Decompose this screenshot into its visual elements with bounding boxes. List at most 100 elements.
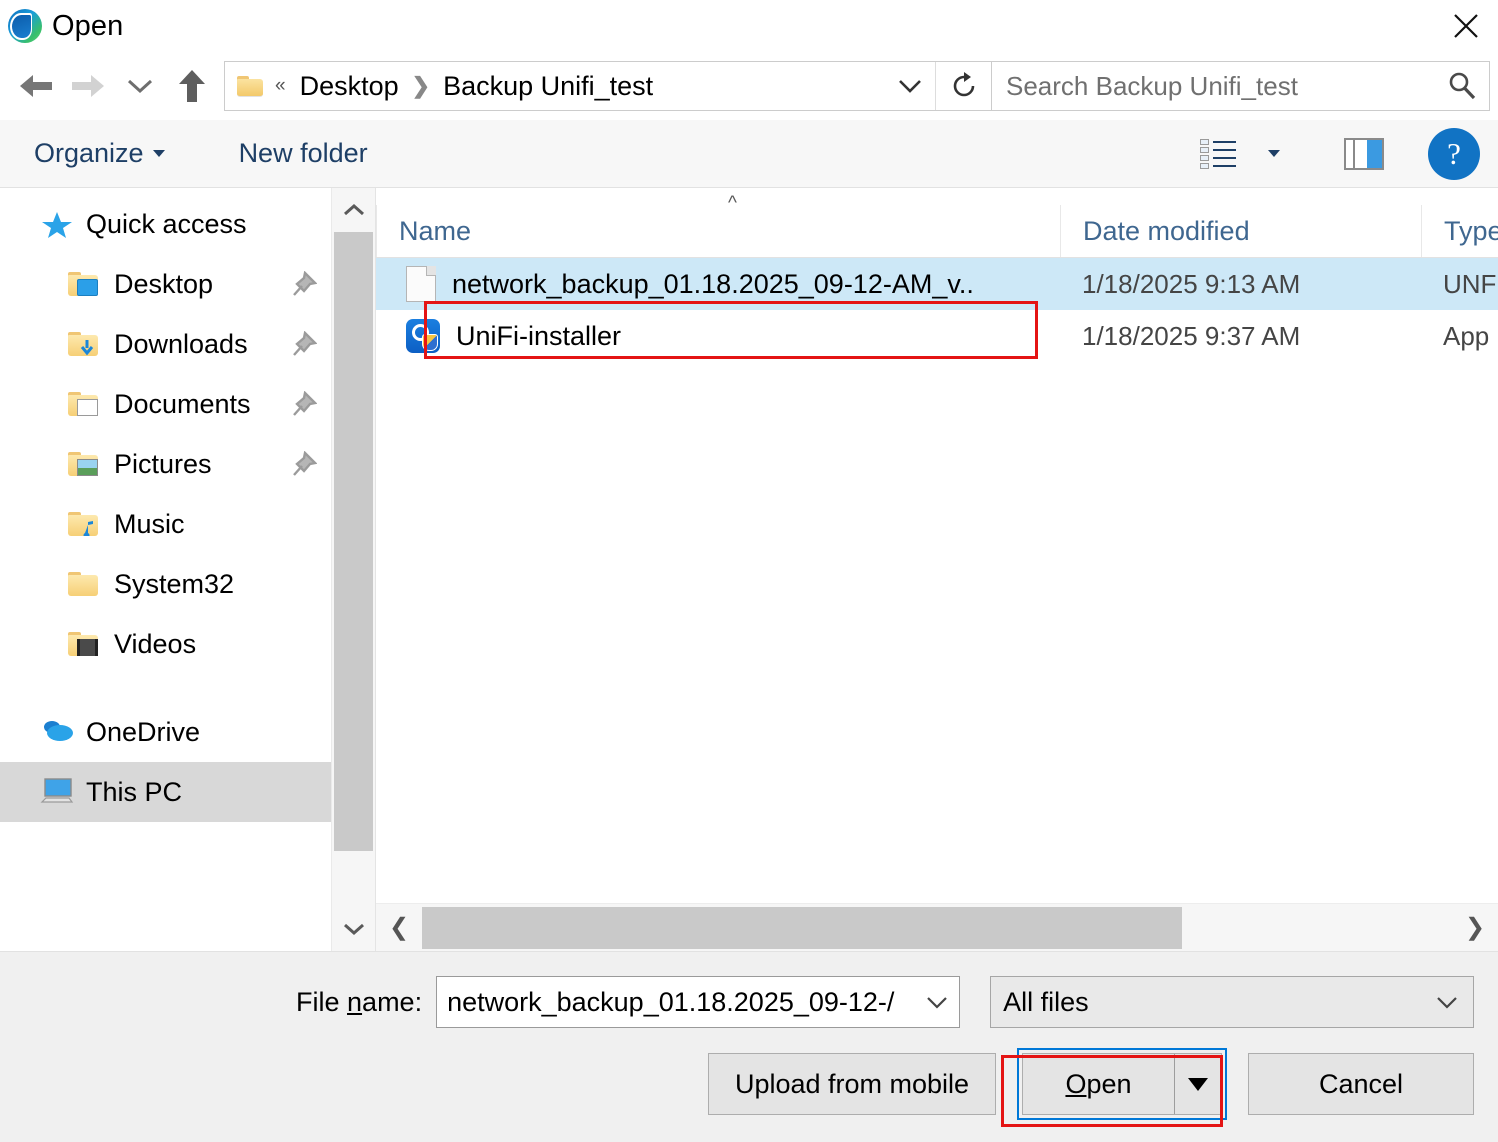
sidebar-item-label: System32 xyxy=(114,568,235,599)
title-bar: Open xyxy=(0,0,1498,52)
address-dropdown-chevron-icon[interactable] xyxy=(885,62,935,110)
chevron-down-icon[interactable] xyxy=(915,994,959,1010)
scroll-down-icon[interactable] xyxy=(332,907,375,951)
up-arrow-icon[interactable] xyxy=(166,60,218,112)
file-name-label-static: File name: xyxy=(296,987,422,1018)
forward-arrow-icon xyxy=(62,60,114,112)
pin-icon[interactable] xyxy=(291,390,318,417)
help-button[interactable]: ? xyxy=(1426,127,1482,180)
navigation-pane: Quick access Desktop Downloads Documents… xyxy=(0,188,376,951)
sidebar-scroll-track[interactable] xyxy=(332,232,375,907)
file-name-label-pre: File xyxy=(296,986,348,1017)
search-icon[interactable] xyxy=(1435,70,1489,102)
file-type-filter-value: All files xyxy=(1003,986,1089,1017)
file-date-cell: 1/18/2025 9:37 AM xyxy=(1082,320,1301,351)
table-row[interactable]: network_backup_01.18.2025_09-12-AM_v.. 1… xyxy=(376,258,1498,310)
dialog-body: Quick access Desktop Downloads Documents… xyxy=(0,188,1498,952)
sidebar-item-label: This PC xyxy=(86,776,183,807)
sidebar-item-label: Pictures xyxy=(114,448,212,479)
scroll-left-icon[interactable]: ❮ xyxy=(376,904,422,952)
address-bar[interactable]: « Desktop ❯ Backup Unifi_test xyxy=(224,61,992,111)
organize-label: Organize xyxy=(34,138,144,168)
file-type-filter-select[interactable]: All files xyxy=(990,976,1474,1028)
breadcrumb-overflow[interactable]: « xyxy=(275,75,286,97)
sidebar-item-onedrive[interactable]: OneDrive xyxy=(0,702,331,762)
file-name-input[interactable] xyxy=(437,986,916,1018)
star-icon xyxy=(40,209,74,239)
preview-pane-icon[interactable] xyxy=(1336,130,1392,178)
sidebar-scroll-thumb[interactable] xyxy=(334,232,373,851)
file-rows: network_backup_01.18.2025_09-12-AM_v.. 1… xyxy=(376,258,1498,903)
file-list-horizontal-scrollbar[interactable]: ❮ ❯ xyxy=(376,903,1498,951)
sidebar-scrollbar[interactable] xyxy=(331,188,375,951)
sidebar-item-system32[interactable]: System32 xyxy=(0,554,331,614)
sidebar-item-documents[interactable]: Documents xyxy=(0,374,331,434)
column-header-name[interactable]: Name xyxy=(376,205,1060,257)
upload-from-mobile-button[interactable]: Upload from mobile xyxy=(708,1053,996,1115)
cancel-button[interactable]: Cancel xyxy=(1248,1053,1474,1115)
sidebar-item-label: Music xyxy=(114,508,185,539)
sidebar-item-videos[interactable]: Videos xyxy=(0,614,331,674)
file-name-label: UniFi-installer xyxy=(456,320,622,351)
pin-icon[interactable] xyxy=(291,330,318,357)
table-row[interactable]: UniFi-installer 1/18/2025 9:37 AM App xyxy=(376,310,1498,362)
open-accel-key: O xyxy=(1065,1068,1087,1099)
sidebar-item-quick-access[interactable]: Quick access xyxy=(0,194,331,254)
file-name-cell[interactable]: network_backup_01.18.2025_09-12-AM_v.. xyxy=(376,266,1060,302)
open-button-group[interactable]: Open xyxy=(1017,1048,1227,1120)
chevron-down-icon xyxy=(152,150,165,157)
sidebar-item-this-pc[interactable]: This PC xyxy=(0,762,331,822)
refresh-icon[interactable] xyxy=(935,62,991,110)
edge-logo-icon xyxy=(8,9,42,43)
scroll-right-icon[interactable]: ❯ xyxy=(1452,904,1498,952)
dialog-buttons: Upload from mobile Open Cancel xyxy=(24,1047,1474,1121)
folder-desktop-icon xyxy=(68,269,102,299)
sidebar-item-downloads[interactable]: Downloads xyxy=(0,314,331,374)
monitor-icon xyxy=(40,777,74,807)
new-folder-label: New folder xyxy=(238,138,368,168)
recent-locations-chevron-icon[interactable] xyxy=(114,60,166,112)
pin-icon[interactable] xyxy=(291,270,318,297)
help-label: ? xyxy=(1428,127,1480,180)
search-input[interactable] xyxy=(992,70,1435,102)
file-date-cell: 1/18/2025 9:13 AM xyxy=(1082,268,1301,299)
scroll-up-icon[interactable] xyxy=(332,188,375,232)
file-name-row: File name: All files xyxy=(24,973,1474,1031)
sidebar-item-desktop[interactable]: Desktop xyxy=(0,254,331,314)
file-name-cell[interactable]: UniFi-installer xyxy=(376,319,1060,353)
file-name-accel-key: n xyxy=(347,986,363,1017)
open-dropdown-arrow-icon[interactable] xyxy=(1175,1054,1221,1114)
view-options-icon[interactable] xyxy=(1190,130,1246,178)
search-box[interactable] xyxy=(992,61,1490,111)
pin-icon[interactable] xyxy=(291,450,318,477)
folder-icon xyxy=(237,74,265,98)
file-name-label: network_backup_01.18.2025_09-12-AM_v.. xyxy=(452,268,974,299)
view-options-chevron-down-icon[interactable] xyxy=(1246,130,1302,178)
folder-downloads-icon xyxy=(68,329,102,359)
window-title: Open xyxy=(52,9,124,42)
horizontal-scroll-track[interactable] xyxy=(422,904,1452,952)
file-name-combobox[interactable] xyxy=(436,976,961,1028)
organize-button[interactable]: Organize xyxy=(26,132,173,175)
back-arrow-icon[interactable] xyxy=(10,60,62,112)
sidebar-item-pictures[interactable]: Pictures xyxy=(0,434,331,494)
file-type-cell: UNF xyxy=(1443,268,1497,299)
file-type-cell: App xyxy=(1443,320,1490,351)
sidebar-list: Quick access Desktop Downloads Documents… xyxy=(0,188,331,951)
open-button[interactable]: Open xyxy=(1023,1054,1175,1114)
breadcrumb-backup-unifi-test[interactable]: Backup Unifi_test xyxy=(439,69,657,104)
sidebar-item-label: OneDrive xyxy=(86,716,201,747)
open-label-post: pen xyxy=(1086,1068,1132,1099)
column-header-date-modified[interactable]: Date modified xyxy=(1060,205,1421,257)
sidebar-item-music[interactable]: Music xyxy=(0,494,331,554)
dialog-footer: File name: All files Upload from mobile … xyxy=(0,952,1498,1142)
column-header-type[interactable]: Type xyxy=(1421,205,1498,257)
sidebar-item-label: Downloads xyxy=(114,328,248,359)
breadcrumb-desktop[interactable]: Desktop xyxy=(296,69,403,104)
horizontal-scroll-thumb[interactable] xyxy=(422,906,1182,949)
folder-plain-icon xyxy=(68,569,102,599)
close-icon[interactable] xyxy=(1434,0,1498,52)
chevron-down-icon[interactable] xyxy=(1421,994,1473,1010)
sidebar-item-label: Desktop xyxy=(114,268,214,299)
new-folder-button[interactable]: New folder xyxy=(231,132,376,175)
